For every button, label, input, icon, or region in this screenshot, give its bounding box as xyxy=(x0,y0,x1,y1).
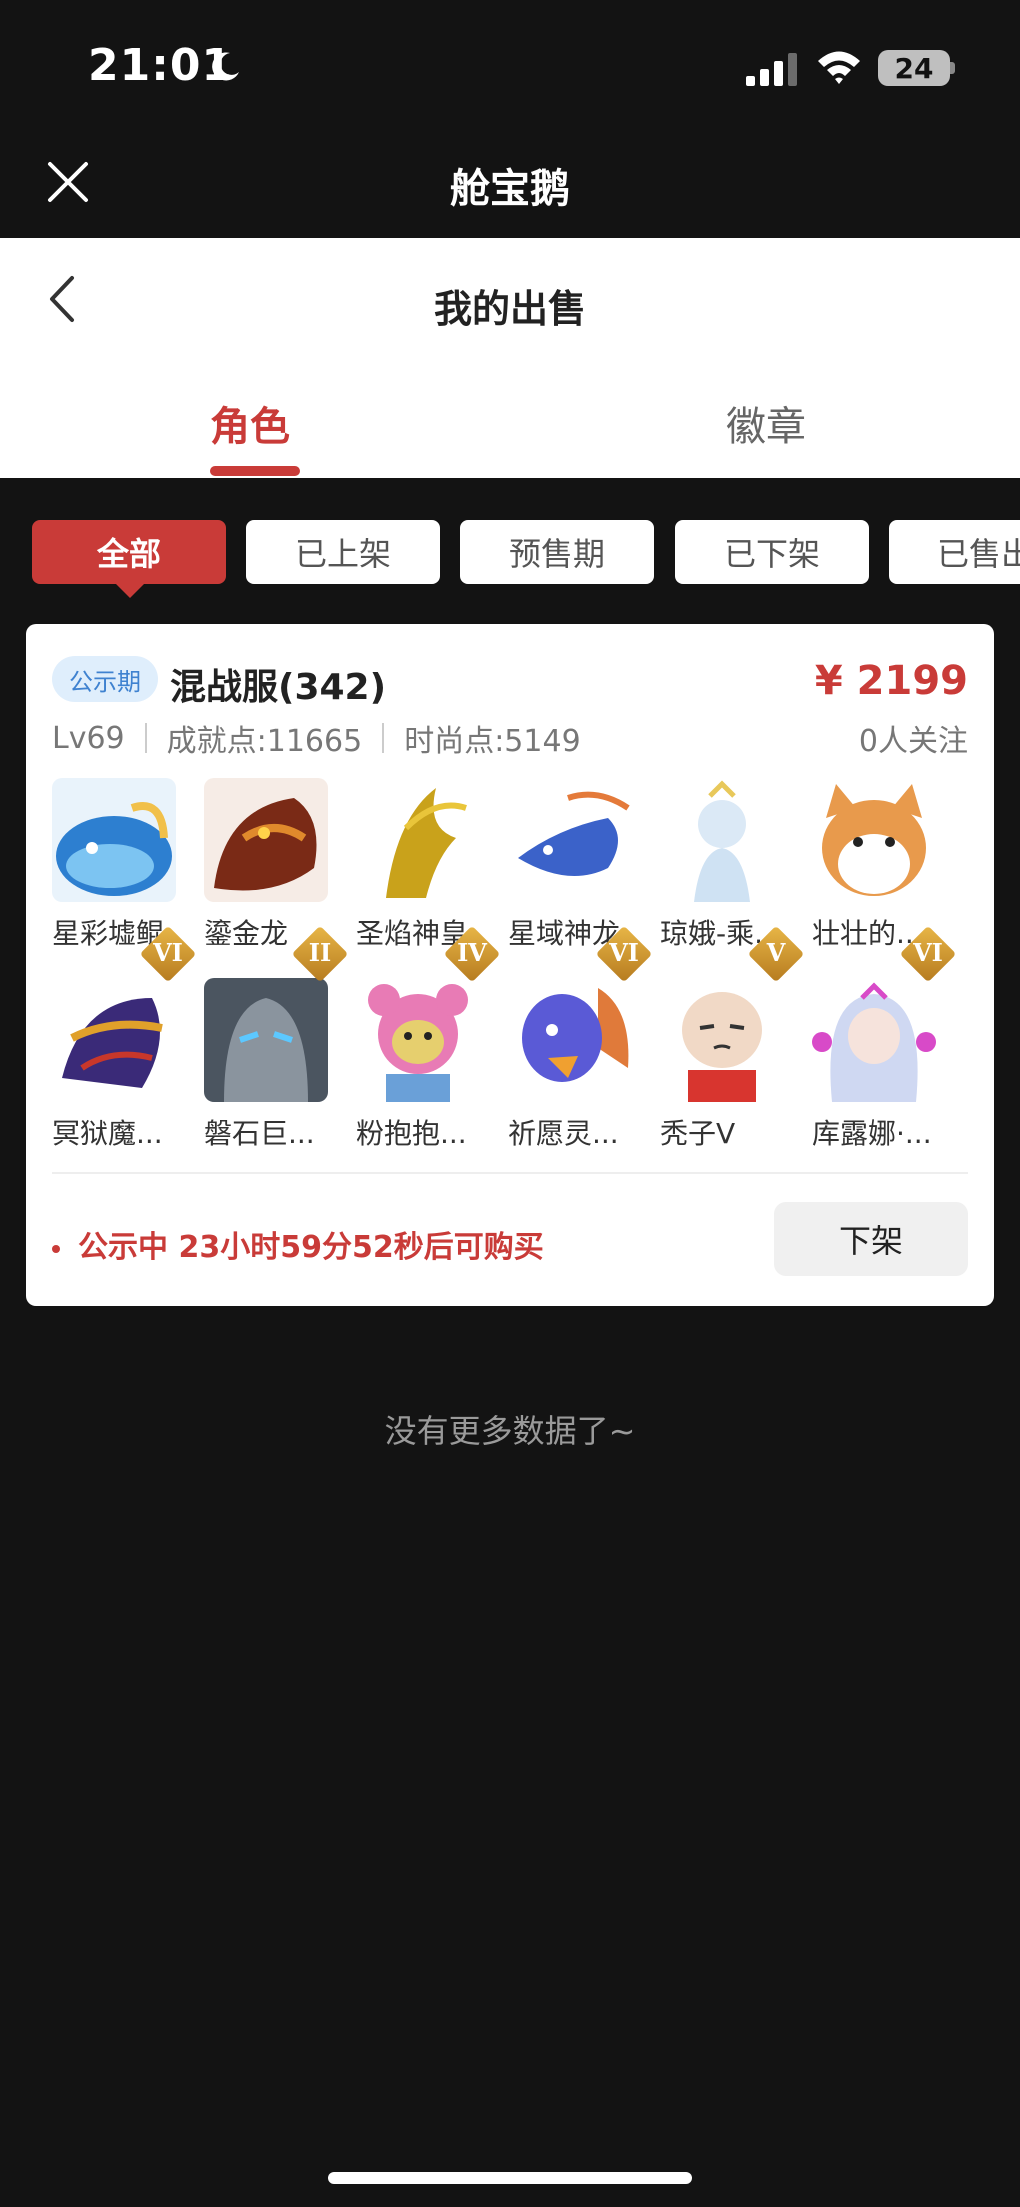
countdown-label: 公示中 23小时59分52秒后可购买 xyxy=(78,1230,544,1265)
pet-thumbnail xyxy=(508,778,632,902)
server-name: 混战服(342) xyxy=(170,667,387,708)
delist-button[interactable]: 下架 xyxy=(774,1202,968,1276)
filter-presale[interactable]: 预售期 xyxy=(460,520,654,584)
status-bar: 21:01 24 xyxy=(0,0,1020,140)
rank-label: VI xyxy=(153,937,183,967)
pet-name: 库露娜·... xyxy=(812,1117,932,1150)
pet-thumbnail xyxy=(204,778,328,902)
rank-label: VI xyxy=(913,937,943,967)
pet-thumbnail xyxy=(660,778,784,902)
rank-label: II xyxy=(308,937,332,967)
battery-icon: 24 xyxy=(878,50,950,86)
page-title: 我的出售 xyxy=(433,287,586,331)
pet-thumbnail xyxy=(356,778,480,902)
pet-name: 冥狱魔... xyxy=(52,1117,163,1150)
active-tab-indicator xyxy=(210,466,300,476)
level-text: Lv69 xyxy=(52,720,125,756)
divider xyxy=(144,723,147,753)
countdown-text: 公示中 23小时59分52秒后可购买 xyxy=(52,1222,544,1266)
divider xyxy=(382,723,385,753)
card-divider xyxy=(52,1172,968,1174)
pet-thumbnail xyxy=(204,978,328,1102)
filter-listed[interactable]: 已上架 xyxy=(246,520,440,584)
filter-sold[interactable]: 已售出 xyxy=(889,520,1020,584)
pet-name: 粉抱抱... xyxy=(356,1117,467,1150)
character-stats: Lv69 成就点:11665 时尚点:5149 xyxy=(52,716,581,760)
filter-all[interactable]: 全部 xyxy=(32,520,226,584)
mini-program-title: 舱宝鹅 xyxy=(450,166,570,212)
pet-thumbnail xyxy=(52,978,176,1102)
pet-thumbnail xyxy=(812,978,936,1102)
cellular-signal-icon xyxy=(746,53,797,86)
follower-count: 0人关注 xyxy=(858,724,968,759)
pet-thumbnail xyxy=(812,778,936,902)
pet-thumbnail xyxy=(52,778,176,902)
rank-label: VI xyxy=(609,937,639,967)
pet-name: 祈愿灵... xyxy=(508,1117,619,1150)
mini-program-header: 舱宝鹅 xyxy=(0,140,1020,238)
no-more-data-text: 没有更多数据了~ xyxy=(384,1412,636,1450)
moon-icon xyxy=(212,52,239,81)
tab-roles[interactable]: 角色 xyxy=(210,394,290,452)
filter-delisted[interactable]: 已下架 xyxy=(675,520,869,584)
page-header: 我的出售 角色 徽章 xyxy=(0,238,1020,478)
home-indicator[interactable] xyxy=(328,2172,692,2184)
status-dot xyxy=(52,1244,60,1253)
tab-badges[interactable]: 徽章 xyxy=(726,394,806,452)
rank-label: V xyxy=(766,937,786,967)
battery-tip xyxy=(950,62,955,74)
pet-name: 磐石巨... xyxy=(204,1117,315,1150)
pet-thumbnail xyxy=(356,978,480,1102)
active-filter-pointer xyxy=(116,584,144,598)
wifi-icon xyxy=(818,51,860,84)
fashion-text: 时尚点:5149 xyxy=(404,724,581,759)
listing-card[interactable]: 公示期 混战服(342) ¥ 2199 Lv69 成就点:11665 时尚点:5… xyxy=(26,624,994,1306)
status-badge: 公示期 xyxy=(52,656,158,702)
pet-thumbnail xyxy=(660,978,784,1102)
listing-price: ¥ 2199 xyxy=(814,658,968,704)
pet-name: 秃子V xyxy=(660,1117,736,1150)
rank-label: IV xyxy=(457,937,487,967)
pet-thumbnail xyxy=(508,978,632,1102)
achievement-text: 成就点:11665 xyxy=(166,724,363,759)
